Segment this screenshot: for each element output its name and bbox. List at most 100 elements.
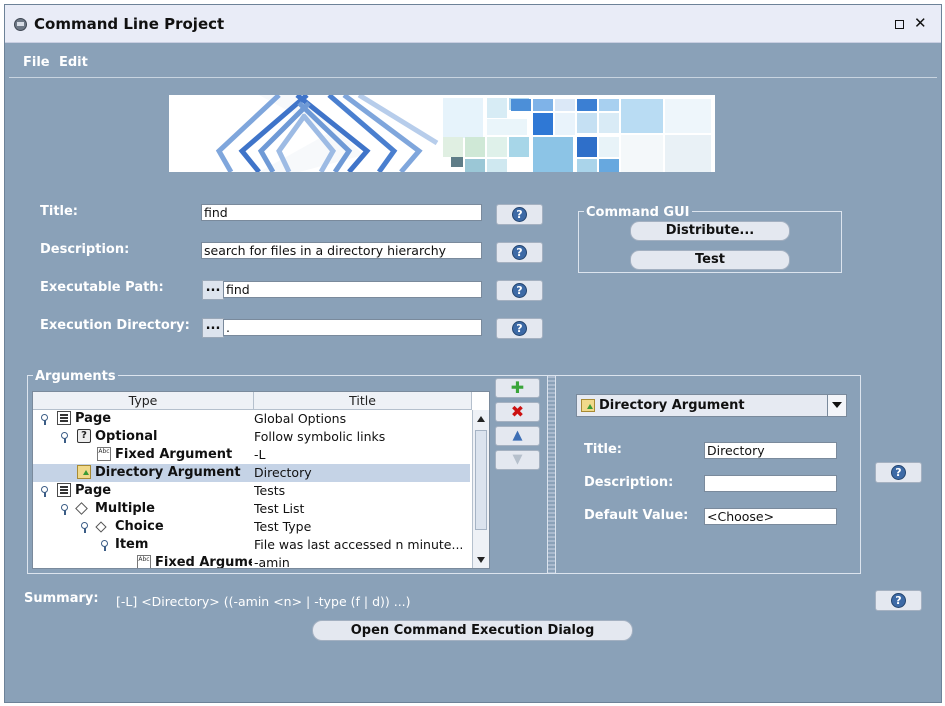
- executable-path-field[interactable]: find: [223, 281, 482, 298]
- table-row[interactable]: Abc Fixed Argument -L: [33, 446, 470, 464]
- tree-expander-icon[interactable]: [81, 522, 88, 533]
- row-title: Tests: [254, 483, 286, 498]
- remove-argument-button[interactable]: ✖: [495, 402, 540, 422]
- maximize-icon[interactable]: [895, 20, 904, 29]
- table-row[interactable]: Item File was last accessed n minute...: [33, 536, 470, 554]
- table-row[interactable]: Choice Test Type: [33, 518, 470, 536]
- open-command-execution-dialog-button[interactable]: Open Command Execution Dialog: [312, 620, 633, 641]
- column-header-type[interactable]: Type: [33, 392, 254, 410]
- row-type: Multiple: [95, 501, 155, 516]
- help-icon: ?: [512, 207, 527, 222]
- plus-icon: ✚: [510, 378, 525, 397]
- help-icon: ?: [512, 245, 527, 260]
- executable-path-browse-button[interactable]: ...: [202, 280, 224, 300]
- row-title: Directory: [254, 465, 312, 480]
- argument-description-field[interactable]: [704, 475, 837, 492]
- tree-expander-icon[interactable]: [41, 414, 48, 425]
- row-title: Test List: [254, 501, 305, 516]
- execution-directory-help-button[interactable]: ?: [496, 318, 543, 339]
- fixed-argument-icon: Abc: [137, 555, 151, 568]
- argument-title-label: Title:: [584, 442, 623, 457]
- multiple-icon: [75, 502, 88, 515]
- description-help-button[interactable]: ?: [496, 242, 543, 263]
- table-row[interactable]: Directory Argument Directory: [33, 464, 470, 482]
- main-window: Command Line Project ✕ File Edit Title: …: [4, 4, 942, 703]
- summary-value: [-L] <Directory> ((-amin <n> | -type (f …: [116, 594, 411, 609]
- arguments-help-button[interactable]: ?: [875, 462, 922, 483]
- row-title: Global Options: [254, 411, 347, 426]
- title-help-button[interactable]: ?: [496, 204, 543, 225]
- row-type: Fixed Argument: [115, 447, 233, 462]
- default-value-field[interactable]: <Choose>: [704, 508, 837, 525]
- row-type: Item: [115, 537, 149, 552]
- description-field[interactable]: search for files in a directory hierarch…: [201, 242, 482, 259]
- row-type: Page: [75, 483, 112, 498]
- arguments-group: Arguments Type Title Page Global Options?…: [27, 369, 861, 574]
- banner-logo: [169, 95, 715, 172]
- choice-icon: [95, 521, 107, 533]
- scroll-down-arrow-icon[interactable]: [477, 557, 485, 563]
- menu-edit[interactable]: Edit: [59, 55, 88, 70]
- tree-expander-icon[interactable]: [101, 540, 108, 551]
- window-title: Command Line Project: [34, 15, 225, 33]
- test-button[interactable]: Test: [630, 250, 790, 270]
- vertical-scrollbar[interactable]: [472, 410, 489, 568]
- split-pane-divider[interactable]: [547, 376, 556, 573]
- execution-directory-browse-button[interactable]: ...: [202, 318, 224, 338]
- app-icon: [14, 18, 27, 31]
- banner-graphic: [215, 95, 715, 172]
- default-value-label: Default Value:: [584, 508, 689, 523]
- argument-title-field[interactable]: Directory: [704, 442, 837, 459]
- row-type: Fixed Argume: [155, 555, 252, 569]
- arrow-up-icon: ▲: [512, 428, 523, 443]
- arrow-down-icon: ▼: [512, 452, 523, 467]
- title-bar: Command Line Project ✕: [5, 5, 941, 43]
- optional-icon: ?: [77, 429, 91, 443]
- table-row[interactable]: Multiple Test List: [33, 500, 470, 518]
- argument-description-label: Description:: [584, 475, 674, 490]
- move-down-button[interactable]: ▼: [495, 450, 540, 470]
- directory-argument-icon: [581, 399, 595, 412]
- row-title: Test Type: [254, 519, 312, 534]
- page-icon: [57, 483, 71, 497]
- distribute-button[interactable]: Distribute...: [630, 221, 790, 241]
- menu-file[interactable]: File: [23, 55, 50, 70]
- row-type: Directory Argument: [95, 465, 241, 480]
- delete-icon: ✖: [510, 402, 525, 421]
- menu-bar: File Edit: [5, 43, 941, 77]
- help-icon: ?: [891, 593, 906, 608]
- executable-path-help-button[interactable]: ?: [496, 280, 543, 301]
- table-row[interactable]: ? Optional Follow symbolic links: [33, 428, 470, 446]
- tree-expander-icon[interactable]: [61, 432, 68, 443]
- tree-expander-icon[interactable]: [61, 504, 68, 515]
- row-type: Page: [75, 411, 112, 426]
- table-row[interactable]: Page Tests: [33, 482, 470, 500]
- title-field[interactable]: find: [201, 204, 482, 221]
- arguments-tree-table[interactable]: Type Title Page Global Options? Optional Fo…: [32, 391, 490, 569]
- row-type: Choice: [115, 519, 164, 534]
- move-up-button[interactable]: ▲: [495, 426, 540, 446]
- scroll-up-arrow-icon[interactable]: [477, 416, 485, 422]
- menu-divider: [9, 77, 937, 78]
- row-type: Optional: [95, 429, 158, 444]
- execution-directory-label: Execution Directory:: [40, 318, 190, 333]
- column-header-title[interactable]: Title: [254, 392, 472, 410]
- execution-directory-field[interactable]: .: [223, 319, 482, 336]
- help-icon: ?: [891, 465, 906, 480]
- table-row[interactable]: Page Global Options: [33, 410, 470, 428]
- argument-type-combo[interactable]: Directory Argument: [576, 394, 847, 417]
- table-row[interactable]: Abc Fixed Argume -amin: [33, 554, 470, 569]
- scrollbar-thumb[interactable]: [475, 430, 487, 530]
- executable-path-label: Executable Path:: [40, 280, 164, 295]
- row-title: -L: [254, 447, 266, 462]
- close-icon[interactable]: ✕: [914, 14, 927, 32]
- title-label: Title:: [40, 204, 79, 219]
- summary-help-button[interactable]: ?: [875, 590, 922, 611]
- add-argument-button[interactable]: ✚: [495, 378, 540, 398]
- arguments-legend: Arguments: [33, 369, 118, 384]
- tree-expander-icon[interactable]: [41, 486, 48, 497]
- row-title: -amin: [254, 555, 290, 569]
- chevron-down-icon[interactable]: [827, 395, 846, 416]
- help-icon: ?: [512, 321, 527, 336]
- summary-label: Summary:: [24, 591, 99, 606]
